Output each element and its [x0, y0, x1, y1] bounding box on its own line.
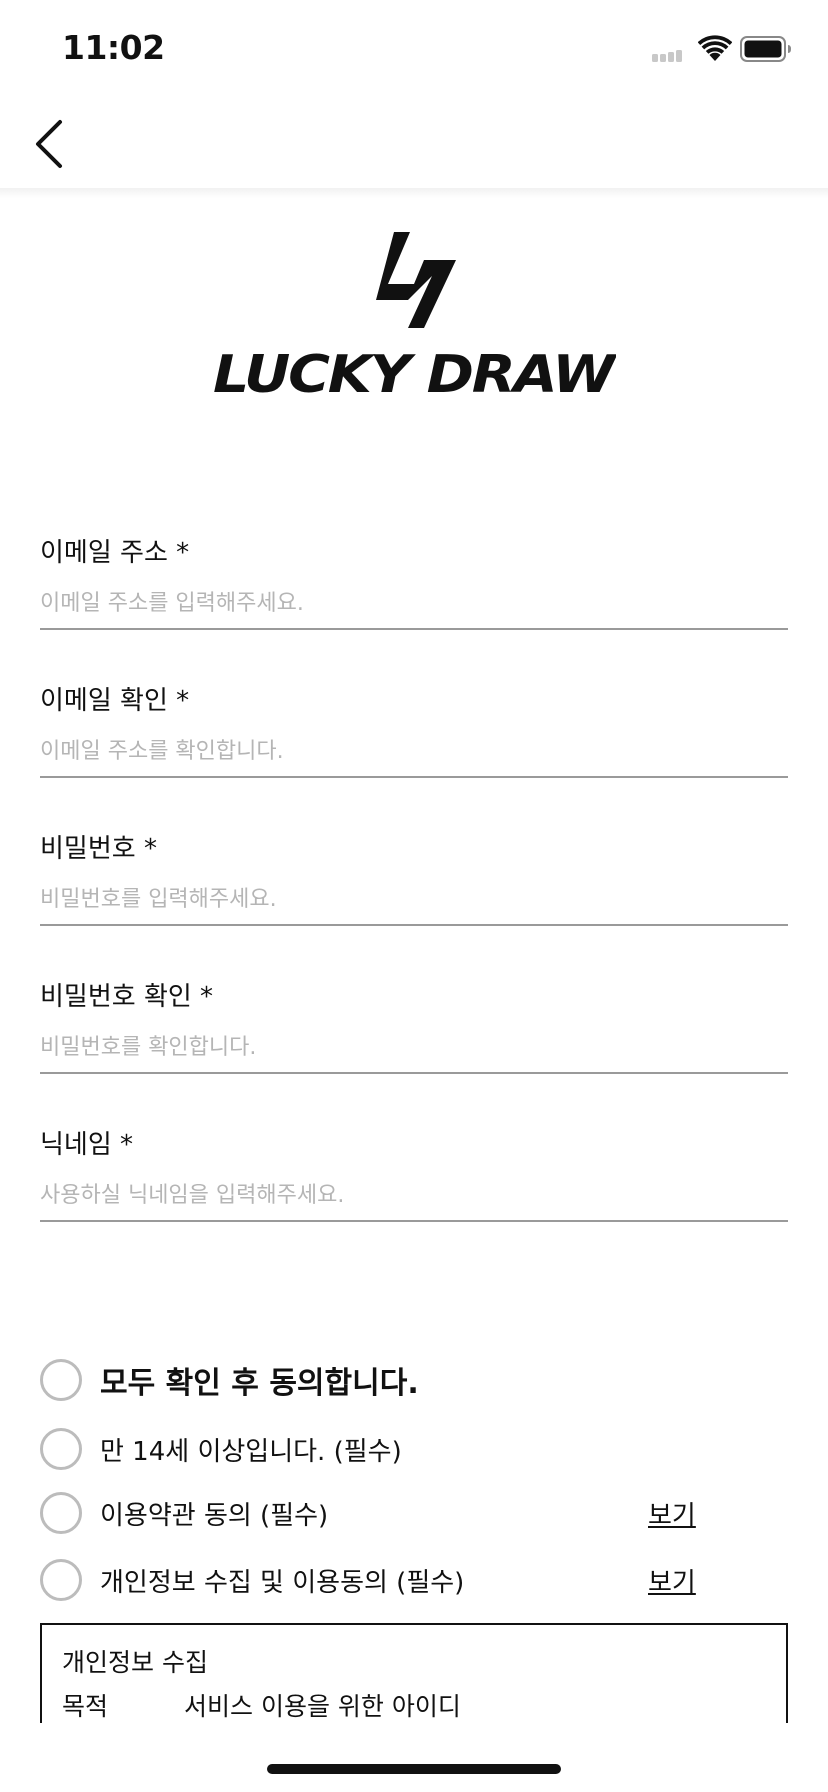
privacy-title: 개인정보 수집	[62, 1648, 208, 1677]
agree-age-label: 만 14세 이상입니다. (필수)	[100, 1437, 402, 1467]
back-button[interactable]	[28, 116, 76, 172]
status-bar: 11:02	[0, 0, 828, 96]
email-label: 이메일 주소 *	[40, 538, 190, 568]
navigation-bar	[0, 96, 828, 188]
agree-terms-row[interactable]: 이용약관 동의 (필수) 보기	[40, 1489, 788, 1539]
terms-view-link[interactable]: 보기	[648, 1495, 696, 1532]
email-field-group: 이메일 주소 *	[40, 530, 788, 678]
bottom-safe-area	[0, 1723, 828, 1792]
privacy-row-value: 서비스 이용을 위한 아이디	[184, 1692, 461, 1721]
agree-all-label: 모두 확인 후 동의합니다.	[100, 1366, 419, 1401]
agree-age-radio[interactable]	[40, 1428, 82, 1470]
password-label: 비밀번호 *	[40, 834, 157, 864]
lucky-draw-logo: LUCKY DRAW	[210, 232, 616, 402]
password-input[interactable]	[40, 874, 788, 926]
home-indicator[interactable]	[267, 1764, 561, 1774]
brand-wordmark: LUCKY DRAW	[213, 345, 616, 402]
privacy-view-link[interactable]: 보기	[648, 1562, 696, 1599]
nickname-input[interactable]	[40, 1170, 788, 1222]
agree-terms-label: 이용약관 동의 (필수)	[100, 1501, 329, 1531]
password-field-group: 비밀번호 *	[40, 826, 788, 974]
cellular-signal-icon	[652, 50, 682, 62]
agree-privacy-label: 개인정보 수집 및 이용동의 (필수)	[100, 1568, 465, 1598]
privacy-info-box: 개인정보 수집 목적 서비스 이용을 위한 아이디	[40, 1623, 788, 1725]
wifi-icon	[698, 35, 732, 61]
agree-privacy-row[interactable]: 개인정보 수집 및 이용동의 (필수) 보기	[40, 1556, 788, 1606]
nickname-field-group: 닉네임 *	[40, 1122, 788, 1270]
password-confirm-input[interactable]	[40, 1022, 788, 1074]
agree-age-row[interactable]: 만 14세 이상입니다. (필수)	[40, 1425, 788, 1475]
email-confirm-field-group: 이메일 확인 *	[40, 678, 788, 826]
svg-text:LUCKY DRAW: LUCKY DRAW	[213, 345, 616, 402]
privacy-row-key: 목적	[62, 1692, 109, 1721]
password-confirm-field-group: 비밀번호 확인 *	[40, 974, 788, 1122]
agree-all-row[interactable]: 모두 확인 후 동의합니다.	[40, 1356, 788, 1406]
agree-terms-radio[interactable]	[40, 1492, 82, 1534]
email-confirm-input[interactable]	[40, 726, 788, 778]
status-time: 11:02	[62, 28, 165, 67]
nav-divider	[0, 188, 828, 198]
lightning-bolt-icon	[376, 232, 456, 328]
battery-icon	[740, 36, 791, 62]
signup-form: 이메일 주소 * 이메일 확인 * 비밀번호 * 비밀번호 확인 * 닉네임 *	[40, 530, 788, 1270]
email-input[interactable]	[40, 578, 788, 630]
nickname-label: 닉네임 *	[40, 1130, 134, 1160]
chevron-left-icon	[36, 120, 62, 168]
agree-all-radio[interactable]	[40, 1359, 82, 1401]
password-confirm-label: 비밀번호 확인 *	[40, 982, 214, 1012]
email-confirm-label: 이메일 확인 *	[40, 686, 190, 716]
agree-privacy-radio[interactable]	[40, 1559, 82, 1601]
